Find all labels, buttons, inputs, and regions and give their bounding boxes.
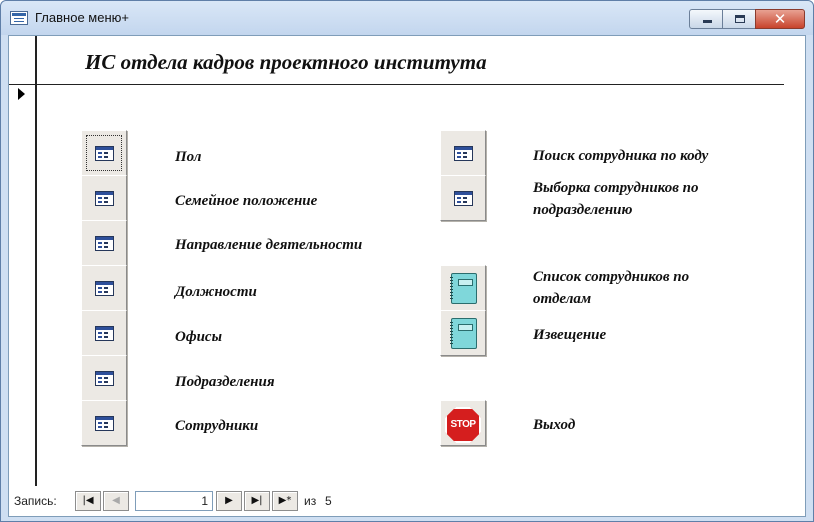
open-offices-form-button[interactable] xyxy=(81,310,127,356)
menu-label-gender: Пол xyxy=(175,149,202,165)
menu-label-exit: Выход xyxy=(533,417,576,433)
maximize-button[interactable] xyxy=(722,9,756,29)
record-label: Запись: xyxy=(14,494,57,508)
menu-label-marital-status: Семейное положение xyxy=(175,193,318,209)
record-selector-bar[interactable] xyxy=(9,36,37,486)
form-icon xyxy=(95,371,114,386)
menu-label-offices: Офисы xyxy=(175,329,222,345)
open-marital-status-form-button[interactable] xyxy=(81,175,127,221)
menu-label-departments: Подразделения xyxy=(175,374,275,390)
report-icon xyxy=(450,318,477,349)
close-button[interactable]: ✕ xyxy=(755,9,805,29)
title-bar[interactable]: Главное меню+ ✕ xyxy=(1,1,813,35)
menu-label-employees: Сотрудники xyxy=(175,418,259,434)
record-of-label: из xyxy=(304,494,317,508)
minimize-icon xyxy=(703,20,712,23)
form-icon xyxy=(454,191,473,206)
find-employee-by-code-button[interactable] xyxy=(440,130,486,176)
next-record-button[interactable]: ▶ xyxy=(216,491,242,511)
select-employees-by-department-button[interactable] xyxy=(440,175,486,221)
form-title: ИС отдела кадров проектного института xyxy=(85,50,487,74)
menu-label-employees-report: Список сотрудников по отделам xyxy=(533,269,690,307)
report-icon xyxy=(450,273,477,304)
form-icon xyxy=(454,146,473,161)
exit-button[interactable]: STOP xyxy=(440,400,486,446)
close-icon: ✕ xyxy=(773,10,787,28)
menu-label-select-employees: Выборка сотрудников по подразделению xyxy=(533,180,699,218)
menu-label-positions: Должности xyxy=(175,284,257,300)
stop-icon-text: STOP xyxy=(450,419,476,430)
notice-report-button[interactable] xyxy=(440,310,486,356)
minimize-button[interactable] xyxy=(689,9,723,29)
maximize-icon xyxy=(735,15,745,23)
open-positions-form-button[interactable] xyxy=(81,265,127,311)
form-icon xyxy=(95,191,114,206)
menu-label-notice: Извещение xyxy=(533,327,607,343)
employees-by-departments-report-button[interactable] xyxy=(440,265,486,311)
previous-record-button[interactable]: ◀ xyxy=(103,491,129,511)
last-record-button[interactable]: ▶| xyxy=(244,491,270,511)
first-record-button[interactable]: |◀ xyxy=(75,491,101,511)
form-icon xyxy=(95,146,114,161)
form-client-area: ИС отдела кадров проектного института По… xyxy=(8,35,806,517)
current-record-field[interactable]: 1 xyxy=(135,491,213,511)
record-total: 5 xyxy=(325,494,332,508)
window-title: Главное меню+ xyxy=(35,10,129,25)
form-icon xyxy=(95,236,114,251)
menu-label-activity: Направление деятельности xyxy=(175,237,363,253)
form-window-icon[interactable] xyxy=(10,11,28,25)
form-icon xyxy=(95,416,114,431)
current-record-arrow-icon xyxy=(18,88,25,100)
menu-label-find-employee: Поиск сотрудника по коду xyxy=(533,148,709,164)
open-activity-form-button[interactable] xyxy=(81,220,127,266)
open-gender-form-button[interactable] xyxy=(81,130,127,176)
open-departments-form-button[interactable] xyxy=(81,355,127,401)
form-icon xyxy=(95,326,114,341)
header-divider xyxy=(9,84,784,85)
form-icon xyxy=(95,281,114,296)
record-navigation-bar: Запись: |◀ ◀ 1 ▶ ▶| ▶* из 5 xyxy=(9,488,805,516)
new-record-button[interactable]: ▶* xyxy=(272,491,298,511)
main-menu-window: Главное меню+ ✕ ИС отдела кадров проектн… xyxy=(0,0,814,522)
open-employees-form-button[interactable] xyxy=(81,400,127,446)
